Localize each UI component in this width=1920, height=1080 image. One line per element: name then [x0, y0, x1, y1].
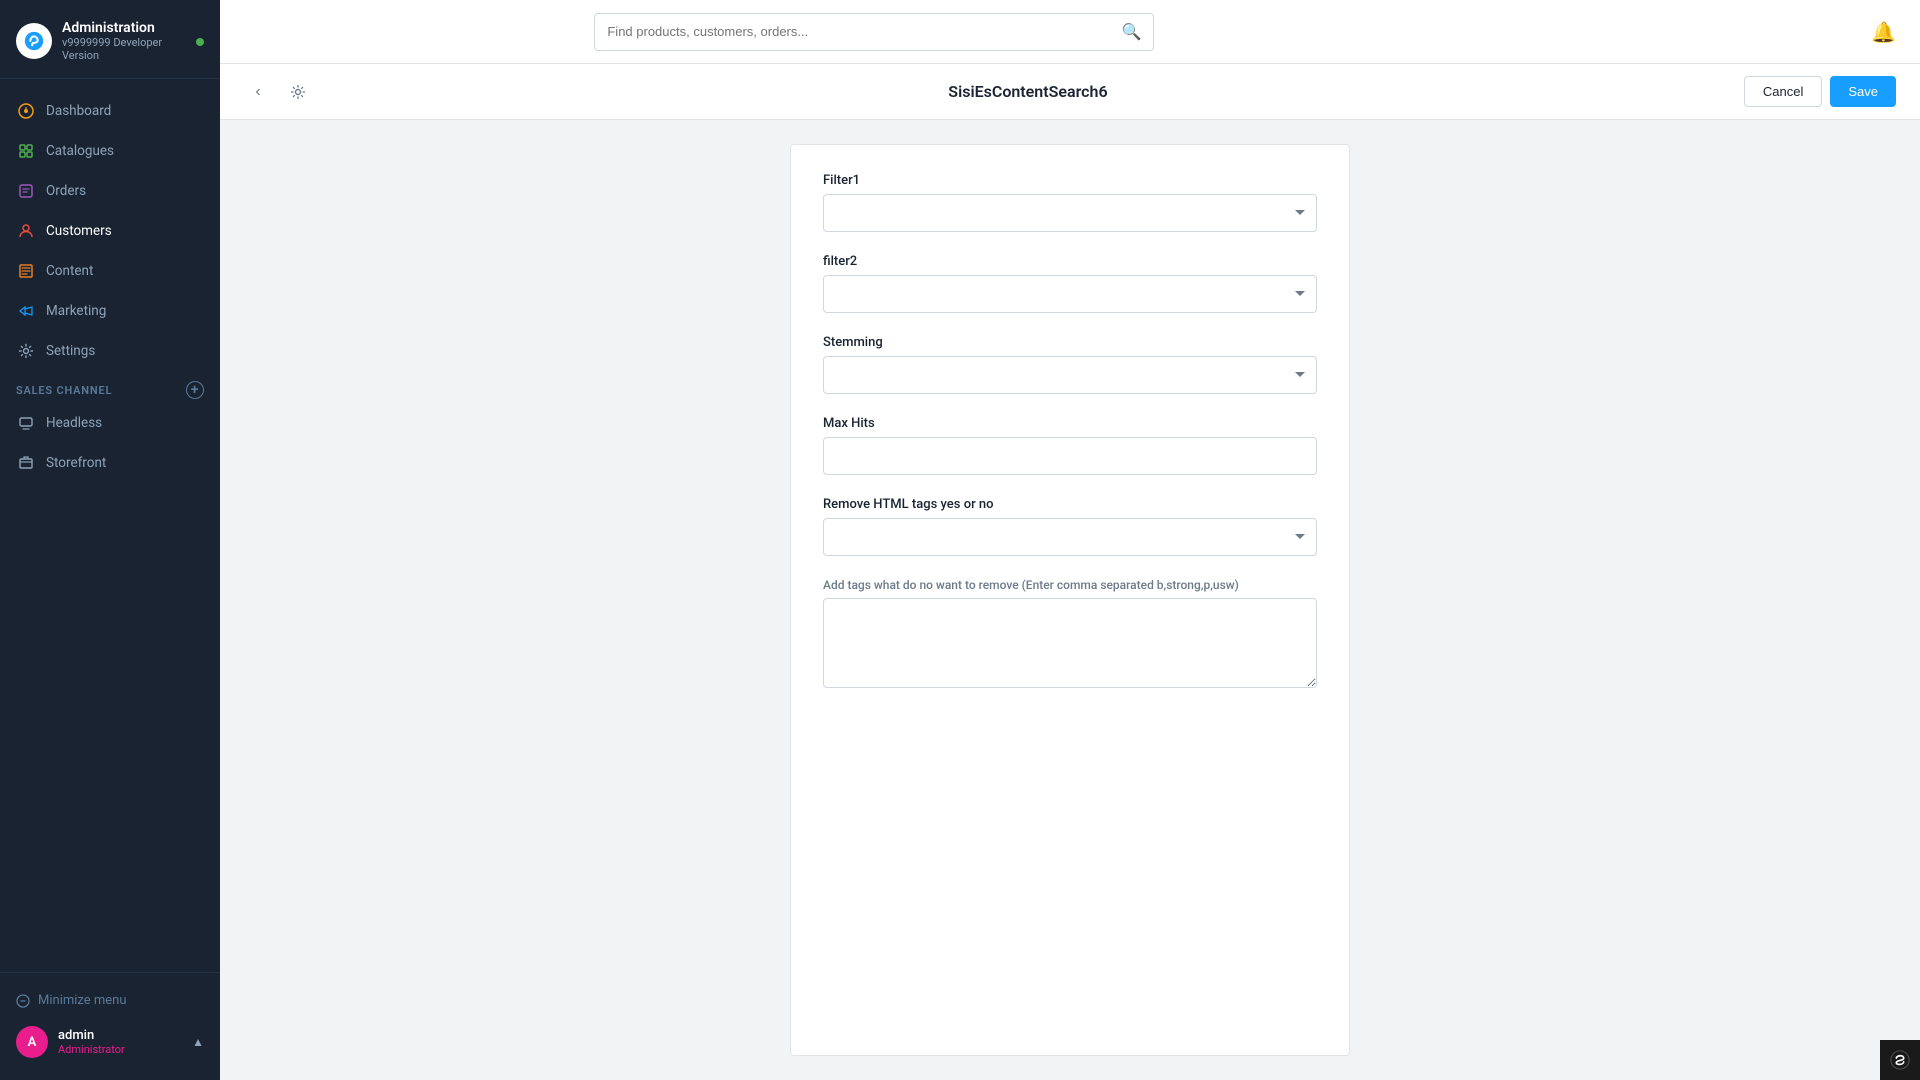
- sidebar-item-dashboard[interactable]: Dashboard: [0, 91, 220, 131]
- sales-channel-label: Sales Channel: [16, 384, 112, 397]
- dashboard-icon: [16, 101, 36, 121]
- sidebar-item-catalogues-label: Catalogues: [46, 143, 114, 159]
- search-icon: 🔍: [1121, 22, 1141, 41]
- search-input[interactable]: [607, 24, 1113, 39]
- app-title: Administration: [62, 20, 186, 36]
- filter1-label: Filter1: [823, 173, 1317, 188]
- add-tags-group: Add tags what do no want to remove (Ente…: [823, 578, 1317, 688]
- settings-icon: [16, 341, 36, 361]
- sidebar-item-content-label: Content: [46, 263, 93, 279]
- user-role: Administrator: [58, 1043, 182, 1056]
- max-hits-input[interactable]: [823, 437, 1317, 475]
- marketing-icon: [16, 301, 36, 321]
- sidebar-bottom: Minimize menu A admin Administrator ▲: [0, 972, 220, 1080]
- logo-text: Administration v9999999 Developer Versio…: [62, 20, 186, 62]
- sidebar-item-customers[interactable]: Customers: [0, 211, 220, 251]
- form-card: Filter1 filter2 Stemming Max Hits: [790, 144, 1350, 1056]
- sidebar-item-settings-label: Settings: [46, 343, 95, 359]
- add-tags-textarea[interactable]: [823, 598, 1317, 688]
- cancel-button[interactable]: Cancel: [1744, 76, 1822, 107]
- notification-icon[interactable]: 🔔: [1871, 20, 1896, 44]
- sidebar-nav: Dashboard Catalogues Orders: [0, 79, 220, 972]
- headless-icon: [16, 413, 36, 433]
- user-initial: A: [28, 1035, 37, 1050]
- add-tags-label: Add tags what do no want to remove (Ente…: [823, 578, 1317, 592]
- user-name: admin: [58, 1028, 182, 1043]
- minimize-menu-label: Minimize menu: [38, 993, 127, 1008]
- sidebar-logo: Administration v9999999 Developer Versio…: [0, 0, 220, 79]
- sidebar-item-content[interactable]: Content: [0, 251, 220, 291]
- filter2-group: filter2: [823, 254, 1317, 313]
- stemming-group: Stemming: [823, 335, 1317, 394]
- topbar: 🔍 🔔: [220, 0, 1920, 64]
- page-settings-button[interactable]: [284, 78, 312, 106]
- search-bar: 🔍: [594, 13, 1154, 51]
- sales-channel-header: Sales Channel +: [0, 371, 220, 403]
- content-area: Filter1 filter2 Stemming Max Hits: [220, 120, 1920, 1080]
- filter2-select[interactable]: [823, 275, 1317, 313]
- sidebar-item-customers-label: Customers: [46, 223, 112, 239]
- remove-html-group: Remove HTML tags yes or no: [823, 497, 1317, 556]
- filter2-label: filter2: [823, 254, 1317, 269]
- sidebar-item-marketing-label: Marketing: [46, 303, 106, 319]
- user-info: admin Administrator: [58, 1028, 182, 1056]
- customers-icon: [16, 221, 36, 241]
- app-version: v9999999 Developer Version: [62, 36, 186, 62]
- stemming-label: Stemming: [823, 335, 1317, 350]
- sidebar-item-settings[interactable]: Settings: [0, 331, 220, 371]
- page-title: SisiEsContentSearch6: [324, 82, 1732, 101]
- header-actions: Cancel Save: [1744, 76, 1896, 107]
- orders-icon: [16, 181, 36, 201]
- sidebar-item-headless-label: Headless: [46, 415, 102, 431]
- main-area: 🔍 🔔 ‹ SisiEsContentSearch6 Cancel Save F…: [220, 0, 1920, 1080]
- stemming-select[interactable]: [823, 356, 1317, 394]
- save-button[interactable]: Save: [1830, 76, 1896, 107]
- sidebar-item-orders[interactable]: Orders: [0, 171, 220, 211]
- back-button[interactable]: ‹: [244, 78, 272, 106]
- sidebar: Administration v9999999 Developer Versio…: [0, 0, 220, 1080]
- page-header: ‹ SisiEsContentSearch6 Cancel Save: [220, 64, 1920, 120]
- catalogues-icon: [16, 141, 36, 161]
- topbar-right: 🔔: [1871, 20, 1896, 44]
- storefront-icon: [16, 453, 36, 473]
- symfony-toolbar[interactable]: [1880, 1040, 1920, 1080]
- sidebar-item-catalogues[interactable]: Catalogues: [0, 131, 220, 171]
- filter1-select[interactable]: [823, 194, 1317, 232]
- remove-html-label: Remove HTML tags yes or no: [823, 497, 1317, 512]
- sidebar-item-dashboard-label: Dashboard: [46, 103, 111, 119]
- user-section[interactable]: A admin Administrator ▲: [0, 1016, 220, 1068]
- online-indicator: [196, 38, 204, 46]
- user-avatar: A: [16, 1026, 48, 1058]
- max-hits-group: Max Hits: [823, 416, 1317, 475]
- user-chevron-icon: ▲: [192, 1035, 204, 1049]
- minimize-menu-button[interactable]: Minimize menu: [0, 985, 220, 1016]
- sidebar-item-headless[interactable]: Headless: [0, 403, 220, 443]
- filter1-group: Filter1: [823, 173, 1317, 232]
- content-icon: [16, 261, 36, 281]
- max-hits-label: Max Hits: [823, 416, 1317, 431]
- sidebar-item-marketing[interactable]: Marketing: [0, 291, 220, 331]
- sidebar-item-storefront-label: Storefront: [46, 455, 106, 471]
- logo-icon: [16, 23, 52, 59]
- sidebar-item-orders-label: Orders: [46, 183, 86, 199]
- sidebar-item-storefront[interactable]: Storefront: [0, 443, 220, 483]
- remove-html-select[interactable]: [823, 518, 1317, 556]
- add-sales-channel-button[interactable]: +: [186, 381, 204, 399]
